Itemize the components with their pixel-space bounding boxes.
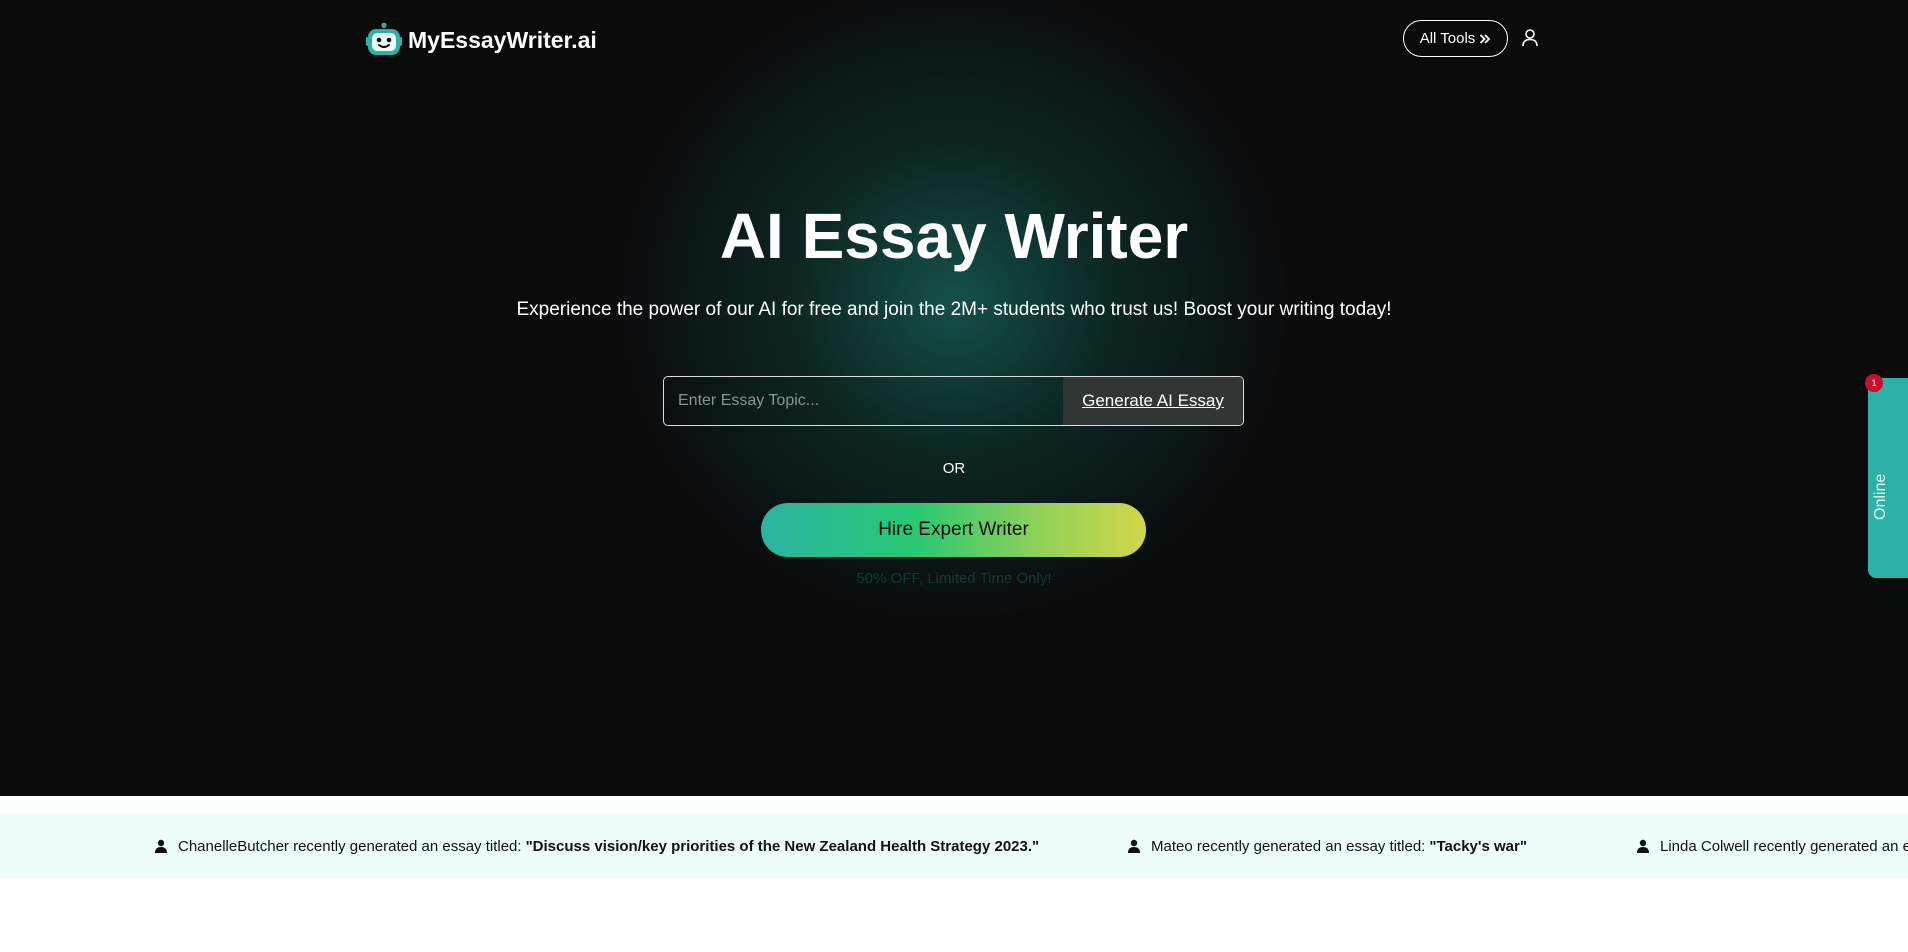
essay-topic-input[interactable]: [664, 377, 1063, 425]
notification-badge: 1: [1865, 374, 1883, 392]
person-icon: [155, 839, 167, 853]
user-icon[interactable]: [1521, 28, 1539, 48]
ticker-user: Linda Colwell: [1660, 837, 1750, 855]
ticker-action: recently generated an essay titled:: [1196, 837, 1426, 855]
robot-logo-icon: [366, 23, 402, 55]
all-tools-label: All Tools: [1419, 30, 1476, 47]
site-logo[interactable]: MyEssayWriter.ai: [366, 20, 597, 60]
double-chevron-right-icon: [1480, 33, 1491, 44]
ticker-user: Mateo: [1151, 837, 1193, 855]
ticker-user: ChanelleButcher: [178, 837, 289, 855]
hero-section: MyEssayWriter.ai All Tools AI Essay Writ…: [0, 0, 1908, 796]
ticker-action: recently generated an e: [1753, 837, 1908, 855]
all-tools-button[interactable]: All Tools: [1403, 20, 1508, 57]
ticker-action: recently generated an essay titled:: [293, 837, 522, 855]
ticker-essay-title: "Discuss vision/key priorities of the Ne…: [525, 837, 1040, 855]
ticker-essay-title: "Tacky's war": [1429, 837, 1527, 855]
person-icon: [1637, 839, 1649, 853]
page-title: AI Essay Writer: [719, 200, 1189, 272]
offer-text: 50% OFF, Limited Time Only!: [856, 570, 1052, 587]
hire-expert-writer-button[interactable]: Hire Expert Writer: [761, 503, 1146, 557]
hero-subtitle: Experience the power of our AI for free …: [516, 299, 1392, 320]
person-icon: [1128, 839, 1140, 853]
ticker-item: Linda Colwell recently generated an e: [1636, 814, 1908, 878]
or-divider: OR: [942, 460, 966, 477]
ticker-item: ChanelleButcher recently generated an es…: [154, 814, 1039, 878]
ticker-item: Mateo recently generated an essay titled…: [1127, 814, 1527, 878]
online-label: Online: [1872, 473, 1889, 520]
recent-activity-ticker: ChanelleButcher recently generated an es…: [0, 814, 1908, 878]
essay-topic-form: Generate AI Essay: [663, 376, 1244, 426]
generate-ai-essay-button[interactable]: Generate AI Essay: [1063, 377, 1243, 425]
logo-text: MyEssayWriter.ai: [408, 26, 597, 53]
